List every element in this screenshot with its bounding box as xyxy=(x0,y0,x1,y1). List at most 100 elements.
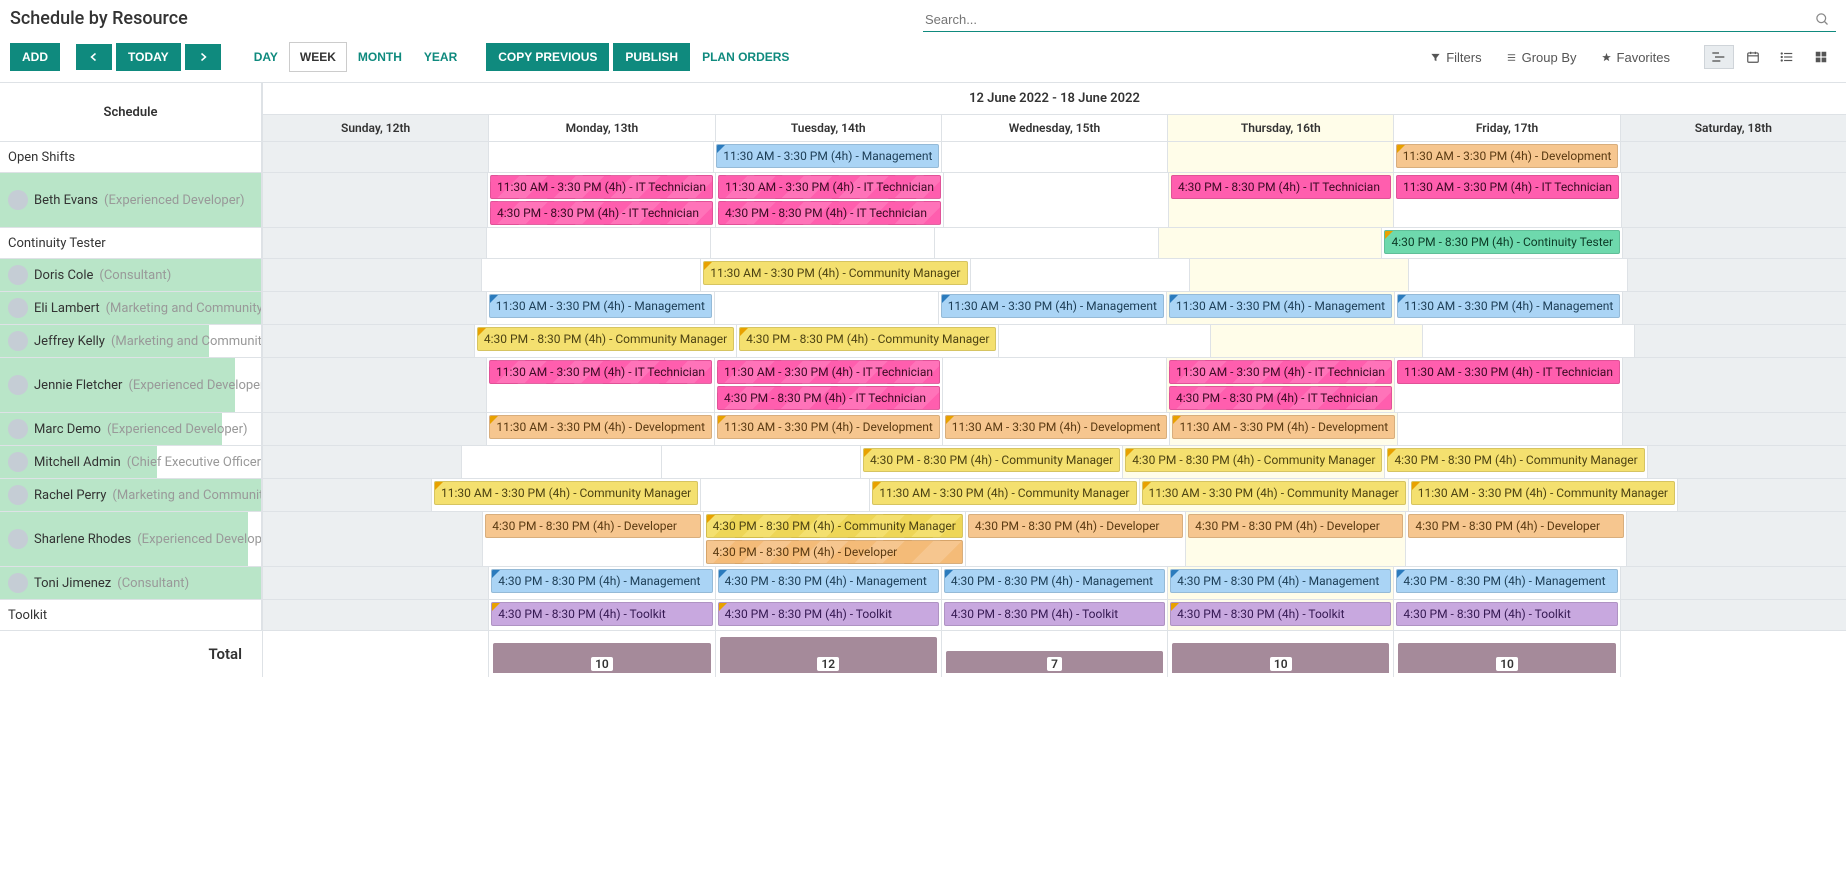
resource-row-label[interactable]: Toolkit xyxy=(0,600,262,630)
shift-block[interactable]: 11:30 AM - 3:30 PM (4h) - Community Mana… xyxy=(1411,481,1675,505)
shift-block[interactable]: 11:30 AM - 3:30 PM (4h) - IT Technician xyxy=(1396,175,1619,199)
schedule-cell[interactable] xyxy=(1622,358,1846,412)
schedule-cell[interactable] xyxy=(262,142,488,172)
shift-block[interactable]: 11:30 AM - 3:30 PM (4h) - Community Mana… xyxy=(434,481,698,505)
shift-block[interactable]: 4:30 PM - 8:30 PM (4h) - Continuity Test… xyxy=(1384,230,1620,254)
schedule-cell[interactable] xyxy=(1647,446,1846,478)
resource-row-label[interactable]: Toni Jimenez (Consultant) xyxy=(0,567,262,599)
schedule-cell[interactable]: 4:30 PM - 8:30 PM (4h) - Community Manag… xyxy=(1122,446,1384,478)
schedule-cell[interactable] xyxy=(661,446,860,478)
next-button[interactable] xyxy=(185,44,221,70)
schedule-cell[interactable]: 4:30 PM - 8:30 PM (4h) - Community Manag… xyxy=(736,325,998,357)
publish-button[interactable]: PUBLISH xyxy=(613,43,690,71)
shift-block[interactable]: 4:30 PM - 8:30 PM (4h) - IT Technician xyxy=(717,386,940,410)
schedule-cell[interactable] xyxy=(1634,325,1846,357)
schedule-cell[interactable]: 11:30 AM - 3:30 PM (4h) - IT Technician4… xyxy=(714,358,942,412)
resource-row-label[interactable]: Beth Evans (Experienced Developer) xyxy=(0,173,262,227)
resource-row-label[interactable]: Jennie Fletcher (Experienced Developer) xyxy=(0,358,262,412)
shift-block[interactable]: 11:30 AM - 3:30 PM (4h) - Development xyxy=(1172,415,1395,439)
schedule-cell[interactable]: 4:30 PM - 8:30 PM (4h) - Management xyxy=(488,567,714,599)
shift-block[interactable]: 11:30 AM - 3:30 PM (4h) - Management xyxy=(1397,294,1620,318)
resource-row-label[interactable]: Rachel Perry (Marketing and Community Ma… xyxy=(0,479,262,511)
shift-block[interactable]: 4:30 PM - 8:30 PM (4h) - Community Manag… xyxy=(1387,448,1644,472)
schedule-cell[interactable] xyxy=(262,358,486,412)
schedule-cell[interactable]: 4:30 PM - 8:30 PM (4h) - Toolkit xyxy=(488,600,714,630)
schedule-cell[interactable]: 11:30 AM - 3:30 PM (4h) - Community Mana… xyxy=(431,479,700,511)
schedule-cell[interactable] xyxy=(943,173,1168,227)
schedule-cell[interactable]: 11:30 AM - 3:30 PM (4h) - IT Technician4… xyxy=(487,173,715,227)
shift-block[interactable]: 4:30 PM - 8:30 PM (4h) - IT Technician xyxy=(1169,386,1392,410)
schedule-cell[interactable] xyxy=(1620,567,1846,599)
schedule-cell[interactable]: 4:30 PM - 8:30 PM (4h) - Management xyxy=(1393,567,1619,599)
schedule-cell[interactable]: 11:30 AM - 3:30 PM (4h) - Community Mana… xyxy=(700,259,969,291)
schedule-cell[interactable]: 11:30 AM - 3:30 PM (4h) - Community Mana… xyxy=(1408,479,1677,511)
resource-row-label[interactable]: Eli Lambert (Marketing and Community Man… xyxy=(0,292,262,324)
resource-row-label[interactable]: Jeffrey Kelly (Marketing and Community M… xyxy=(0,325,262,357)
schedule-cell[interactable] xyxy=(481,259,700,291)
schedule-cell[interactable] xyxy=(998,325,1210,357)
schedule-cell[interactable]: 4:30 PM - 8:30 PM (4h) - Developer xyxy=(482,512,702,566)
shift-block[interactable]: 4:30 PM - 8:30 PM (4h) - Community Manag… xyxy=(477,327,734,351)
schedule-cell[interactable] xyxy=(262,228,486,258)
schedule-cell[interactable]: 11:30 AM - 3:30 PM (4h) - Community Mana… xyxy=(869,479,1138,511)
schedule-cell[interactable] xyxy=(1620,600,1846,630)
shift-block[interactable]: 11:30 AM - 3:30 PM (4h) - IT Technician xyxy=(489,360,712,384)
shift-block[interactable]: 4:30 PM - 8:30 PM (4h) - Developer xyxy=(1188,514,1403,538)
schedule-cell[interactable] xyxy=(1189,259,1408,291)
schedule-cell[interactable]: 4:30 PM - 8:30 PM (4h) - Developer xyxy=(1405,512,1625,566)
resource-row-label[interactable]: Doris Cole (Consultant) xyxy=(0,259,262,291)
view-calendar-button[interactable] xyxy=(1738,45,1768,69)
schedule-cell[interactable] xyxy=(714,292,938,324)
group-by-button[interactable]: Group By xyxy=(1496,46,1587,69)
schedule-cell[interactable]: 11:30 AM - 3:30 PM (4h) - Development xyxy=(486,413,714,445)
range-month-button[interactable]: MONTH xyxy=(347,42,413,72)
view-gantt-button[interactable] xyxy=(1704,45,1734,69)
view-kanban-button[interactable] xyxy=(1806,45,1836,69)
range-day-button[interactable]: DAY xyxy=(243,42,289,72)
shift-block[interactable]: 4:30 PM - 8:30 PM (4h) - Toolkit xyxy=(491,602,712,626)
schedule-cell[interactable] xyxy=(700,479,869,511)
schedule-cell[interactable]: 11:30 AM - 3:30 PM (4h) - Management xyxy=(486,292,714,324)
schedule-cell[interactable]: 4:30 PM - 8:30 PM (4h) - Developer xyxy=(1185,512,1405,566)
schedule-cell[interactable] xyxy=(461,446,660,478)
search-bar[interactable] xyxy=(923,8,1836,32)
shift-block[interactable]: 11:30 AM - 3:30 PM (4h) - IT Technician xyxy=(490,175,713,199)
shift-block[interactable]: 4:30 PM - 8:30 PM (4h) - Toolkit xyxy=(1170,602,1391,626)
add-button[interactable]: ADD xyxy=(10,43,60,71)
shift-block[interactable]: 11:30 AM - 3:30 PM (4h) - Management xyxy=(1169,294,1392,318)
filters-button[interactable]: Filters xyxy=(1420,46,1491,69)
shift-block[interactable]: 4:30 PM - 8:30 PM (4h) - Management xyxy=(944,569,1165,593)
schedule-cell[interactable]: 11:30 AM - 3:30 PM (4h) - Management xyxy=(713,142,941,172)
schedule-cell[interactable]: 11:30 AM - 3:30 PM (4h) - Community Mana… xyxy=(1139,479,1408,511)
shift-block[interactable]: 4:30 PM - 8:30 PM (4h) - IT Technician xyxy=(1171,175,1391,199)
shift-block[interactable]: 4:30 PM - 8:30 PM (4h) - Management xyxy=(1396,569,1617,593)
shift-block[interactable]: 4:30 PM - 8:30 PM (4h) - Developer xyxy=(706,540,963,564)
shift-block[interactable]: 11:30 AM - 3:30 PM (4h) - Management xyxy=(489,294,712,318)
schedule-cell[interactable] xyxy=(942,358,1166,412)
schedule-cell[interactable] xyxy=(1167,142,1393,172)
schedule-cell[interactable]: 4:30 PM - 8:30 PM (4h) - Management xyxy=(715,567,941,599)
shift-block[interactable]: 4:30 PM - 8:30 PM (4h) - Toolkit xyxy=(718,602,939,626)
resource-row-label[interactable]: Open Shifts xyxy=(0,142,262,172)
schedule-cell[interactable] xyxy=(262,567,488,599)
shift-block[interactable]: 4:30 PM - 8:30 PM (4h) - Community Manag… xyxy=(739,327,996,351)
shift-block[interactable]: 4:30 PM - 8:30 PM (4h) - Community Manag… xyxy=(863,448,1120,472)
schedule-cell[interactable] xyxy=(1422,325,1634,357)
schedule-cell[interactable] xyxy=(262,600,488,630)
schedule-cell[interactable]: 4:30 PM - 8:30 PM (4h) - Community Manag… xyxy=(1384,446,1646,478)
schedule-cell[interactable] xyxy=(1210,325,1422,357)
schedule-cell[interactable]: 11:30 AM - 3:30 PM (4h) - IT Technician xyxy=(486,358,714,412)
shift-block[interactable]: 4:30 PM - 8:30 PM (4h) - Management xyxy=(491,569,712,593)
schedule-cell[interactable] xyxy=(1622,228,1846,258)
shift-block[interactable]: 11:30 AM - 3:30 PM (4h) - Community Mana… xyxy=(1142,481,1406,505)
schedule-cell[interactable]: 11:30 AM - 3:30 PM (4h) - Development xyxy=(942,413,1170,445)
schedule-cell[interactable] xyxy=(710,228,934,258)
favorites-button[interactable]: Favorites xyxy=(1591,46,1680,69)
shift-block[interactable]: 11:30 AM - 3:30 PM (4h) - Development xyxy=(489,415,712,439)
schedule-cell[interactable] xyxy=(1620,142,1846,172)
schedule-cell[interactable]: 11:30 AM - 3:30 PM (4h) - IT Technician4… xyxy=(715,173,943,227)
shift-block[interactable]: 4:30 PM - 8:30 PM (4h) - Management xyxy=(1170,569,1391,593)
shift-block[interactable]: 4:30 PM - 8:30 PM (4h) - Developer xyxy=(1408,514,1623,538)
shift-block[interactable]: 11:30 AM - 3:30 PM (4h) - IT Technician xyxy=(1397,360,1620,384)
schedule-cell[interactable] xyxy=(934,228,1158,258)
